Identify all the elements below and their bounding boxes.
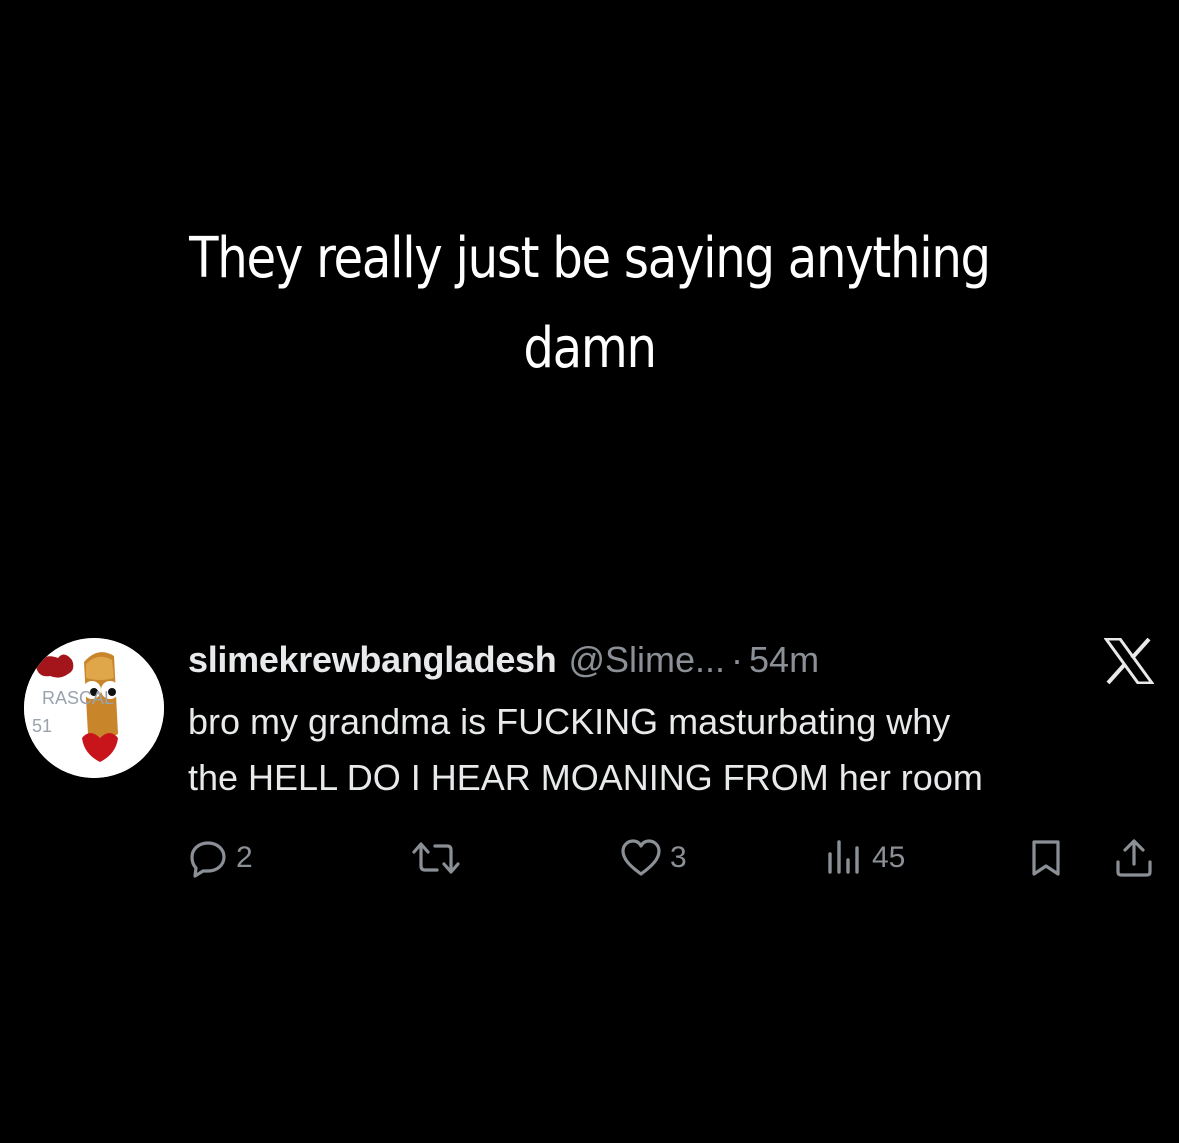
display-name[interactable]: slimekrewbangladesh: [188, 639, 557, 681]
retweet-icon: [410, 838, 462, 878]
bookmark-icon: [1026, 838, 1066, 878]
views-count: 45: [872, 841, 906, 874]
tweet-text: bro my grandma is FUCKING masturbating w…: [188, 694, 1154, 806]
reply-button[interactable]: 2: [188, 834, 253, 882]
heart-icon: [620, 838, 662, 878]
avatar-text-top: RASCAL: [42, 688, 114, 708]
caption-line-1: They really just be saying anything: [189, 226, 991, 291]
tweet-card: RASCAL 51 slimekrewbangladesh @Slime... …: [24, 630, 1155, 890]
tweet-actions: 2 3 45: [188, 834, 1154, 882]
user-handle[interactable]: @Slime...: [568, 639, 725, 681]
share-button[interactable]: [1114, 834, 1154, 882]
tweet-header: slimekrewbangladesh @Slime... · 54m: [188, 630, 819, 690]
like-count: 3: [670, 841, 687, 874]
reply-count: 2: [236, 841, 253, 874]
meme-caption: They really just be saying anything damn: [83, 214, 1097, 394]
x-logo-icon: [1103, 637, 1155, 685]
views-button[interactable]: 45: [824, 834, 905, 882]
like-button[interactable]: 3: [620, 834, 687, 882]
reply-icon: [188, 838, 228, 878]
avatar-image: RASCAL 51: [24, 638, 164, 778]
timestamp[interactable]: 54m: [749, 639, 819, 681]
share-icon: [1114, 838, 1154, 878]
caption-line-2: damn: [523, 316, 657, 381]
avatar[interactable]: RASCAL 51: [24, 638, 164, 778]
separator-dot: ·: [731, 639, 744, 680]
tweet-text-line-1: bro my grandma is FUCKING masturbating w…: [188, 701, 951, 742]
views-icon: [824, 838, 864, 878]
tweet-text-line-2: the HELL DO I HEAR MOANING FROM her room: [188, 757, 983, 798]
bookmark-button[interactable]: [1026, 834, 1066, 882]
retweet-button[interactable]: [410, 834, 462, 882]
avatar-text-bottom: 51: [32, 716, 52, 736]
